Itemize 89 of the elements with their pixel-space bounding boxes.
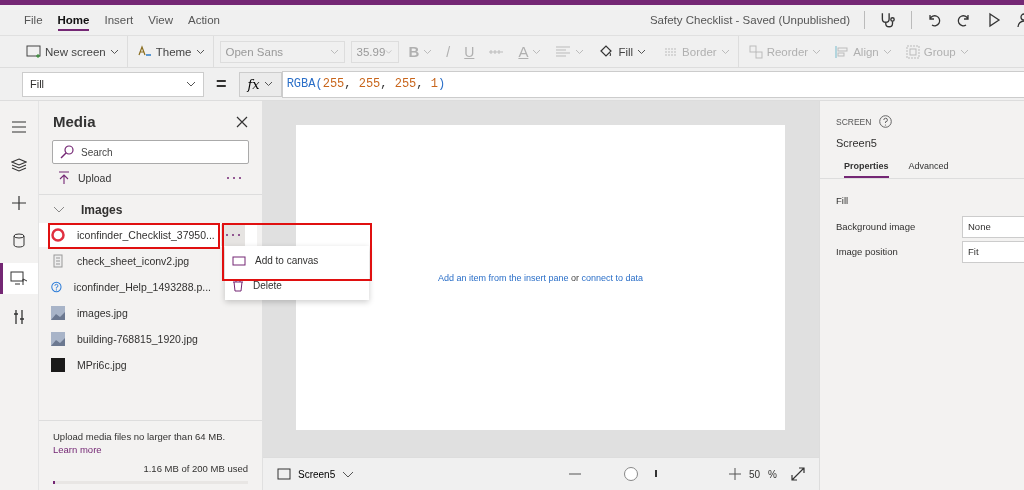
media-icon [10,270,28,287]
caret-icon [385,48,393,55]
menu-tab[interactable]: File [24,9,43,31]
caret-icon [342,470,355,478]
property-field[interactable]: None [962,215,1024,238]
photo-thumbnail [51,358,65,372]
toolbar-button[interactable]: Fill [594,43,655,60]
redo-icon[interactable] [956,12,972,28]
chevron-icon[interactable] [53,206,65,214]
caret-icon [532,48,542,55]
connect-data-link[interactable]: connect to data [581,272,644,283]
expand-icon[interactable] [791,467,805,481]
ring-icon [51,228,65,242]
zoom-in-icon[interactable] [728,468,741,480]
properties-tab[interactable]: Advanced [908,157,949,178]
rectangle-icon [232,255,246,266]
group-icon [905,44,920,59]
canvas-hint: Add an item from the insert pane or connect to data [437,272,644,283]
document-title: Safety Checklist - Saved (Unpublished) [649,14,850,26]
caret-icon [263,81,273,87]
panel-title: Media [53,113,96,130]
reorder-icon [748,44,763,59]
plus-icon [11,194,27,211]
theme-icon [137,45,152,58]
layers-icon [11,157,27,172]
document-icon [51,254,65,268]
toolbar-button[interactable]: New screen [22,36,128,67]
formula-field[interactable]: RGBA(255, 255, 255, 1) [281,70,1024,98]
text-align-icon [555,45,572,58]
section-label: SCREEN [836,116,872,127]
zoom-unit: % [768,468,777,480]
screen-dropdown[interactable]: Screen5 [277,468,355,480]
caret-icon [195,48,205,55]
caret-icon [720,48,730,55]
undo-icon[interactable] [926,12,942,28]
property-label: Fill [836,195,849,206]
equals-sign: = [215,73,228,95]
database-icon [13,233,25,248]
property-label: Image position [836,246,899,257]
tools-icon [12,308,26,325]
photo-thumbnail [51,332,65,346]
help-icon [51,280,62,294]
upload-icon [58,171,70,185]
play-icon[interactable] [986,12,1002,28]
menu-tab[interactable]: Insert [104,9,134,31]
toolbar-button[interactable]: Theme [133,36,214,67]
file-item[interactable]: check_sheet_iconv2.jpg [39,249,211,273]
trash-icon [232,279,244,292]
menu-tab[interactable]: Action [187,9,220,31]
caret-icon [329,48,339,55]
file-item[interactable]: iconfinder_Help_1493288.p... [39,275,211,299]
file-item[interactable]: MPri6c.jpg [39,353,211,377]
photo-thumbnail [51,306,65,320]
caret-icon [882,48,892,55]
file-item[interactable]: images.jpg [39,301,211,325]
stethoscope-icon[interactable] [879,11,897,29]
insert-pane-link[interactable]: Add an item from the insert pane [437,272,569,283]
section-title: Images [81,203,123,217]
new-screen-icon [26,45,41,58]
border-icon [664,46,679,57]
caret-icon [959,48,969,55]
screen-name: Screen5 [836,137,878,149]
learn-more-link[interactable]: Learn more [53,444,102,455]
caret-icon [109,48,119,55]
menu-tab[interactable]: Home [57,9,90,31]
storage-usage: 1.16 MB of 200 MB used [143,463,248,474]
upload-note: Upload media files no larger than 64 MB. Learn more [53,430,227,456]
zoom-value: 50 [748,468,761,480]
caret-icon [575,48,585,55]
properties-tab[interactable]: Properties [844,157,889,178]
caret-icon [186,81,196,87]
property-label: Background image [836,221,917,232]
caret-icon [637,48,647,55]
more-icon[interactable] [226,176,242,180]
caret-icon [812,48,822,55]
screen-icon [277,468,291,480]
upload-button[interactable]: Upload [58,171,112,185]
menu-icon [11,120,27,133]
rail-item[interactable] [0,263,38,294]
function-button[interactable]: fx [238,71,282,97]
file-item[interactable]: building-768815_1920.jpg [39,327,211,351]
caret-icon [423,48,433,55]
close-icon[interactable] [236,115,248,128]
align-icon [835,44,850,59]
property-field[interactable]: Fit [962,240,1024,263]
search-field[interactable]: Search [52,140,249,164]
menu-tab[interactable]: View [148,9,173,31]
help-icon[interactable] [879,115,893,128]
property-dropdown[interactable]: Fill [22,71,204,97]
